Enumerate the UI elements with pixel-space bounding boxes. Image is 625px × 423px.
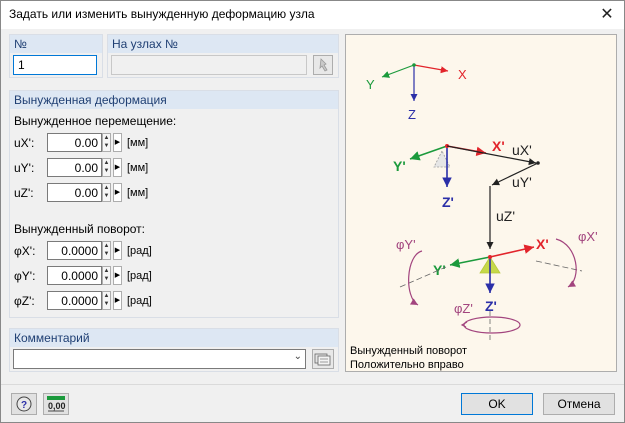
number-input[interactable]: 1	[13, 55, 97, 75]
phiz-spinner[interactable]: ▲ ▼	[102, 291, 111, 310]
ux-diagram-label: uX'	[512, 142, 532, 158]
uz-input[interactable]: 0.00	[47, 183, 102, 202]
bottom-y-label: Y'	[433, 262, 446, 278]
uz-unit: [мм]	[127, 187, 149, 199]
svg-text:?: ?	[21, 400, 27, 411]
deformation-header: Вынужденная деформация	[10, 91, 338, 109]
cancel-button[interactable]: Отмена	[543, 393, 615, 415]
top-local-axes: X' Y' Z'	[393, 138, 505, 210]
global-x-label: X	[458, 67, 467, 82]
nodes-panel: На узлах №	[107, 34, 339, 78]
number-label: №	[10, 35, 102, 53]
phix-unit: [рад]	[127, 245, 152, 257]
uy-label: uY':	[14, 161, 35, 175]
deformation-diagram: X Y Z X' Y' Z' uX' uY' uZ' X' Y' Z' φY' …	[345, 34, 617, 372]
phiy-label: φY':	[14, 269, 36, 283]
phiy-spinner[interactable]: ▲ ▼	[102, 266, 111, 285]
phiy-diagram-label: φY'	[396, 237, 416, 252]
caption-line-1: Вынужденный поворот	[350, 345, 467, 357]
global-y-label: Y	[366, 77, 375, 92]
comment-library-button[interactable]	[312, 349, 334, 369]
uz-label: uZ':	[14, 186, 34, 200]
displacement-path: uX' uY' uZ'	[446, 142, 540, 249]
global-axes: X Y Z	[366, 63, 467, 122]
displacement-title: Вынужденное перемещение:	[14, 114, 177, 128]
phix-input[interactable]: 0.0000	[47, 241, 102, 260]
uy-input[interactable]: 0.00	[47, 158, 102, 177]
nodes-label: На узлах №	[108, 35, 338, 53]
footer-separator	[1, 384, 624, 385]
deformation-panel: Вынужденная деформация Вынужденное перем…	[9, 90, 339, 318]
help-button[interactable]: ?	[11, 393, 37, 415]
comment-library-icon	[314, 353, 331, 366]
help-icon: ?	[16, 396, 32, 412]
phiy-arrow-icon[interactable]: ▶	[113, 266, 122, 285]
bottom-local-axes: X' Y' Z'	[433, 236, 549, 314]
pick-node-button[interactable]	[313, 55, 333, 75]
phix-label: φX':	[14, 244, 36, 258]
dialog-window: Задать или изменить вынужденную деформац…	[0, 0, 625, 423]
ux-label: uX':	[14, 136, 35, 150]
uy-arrow-icon[interactable]: ▶	[113, 158, 122, 177]
chevron-down-icon[interactable]: ⌄	[294, 351, 302, 362]
uy-spinner[interactable]: ▲ ▼	[102, 158, 111, 177]
uz-spinner[interactable]: ▲ ▼	[102, 183, 111, 202]
bottom-z-label: Z'	[485, 298, 497, 314]
close-icon[interactable]: ✕	[596, 4, 618, 26]
phix-diagram-label: φX'	[578, 229, 598, 244]
phiy-input[interactable]: 0.0000	[47, 266, 102, 285]
caption-line-2: Положительно вправо	[350, 359, 464, 371]
units-icon-text: 0,00	[48, 401, 66, 411]
number-panel: № 1	[9, 34, 103, 78]
phix-spinner[interactable]: ▲ ▼	[102, 241, 111, 260]
comment-header: Комментарий	[10, 329, 338, 347]
comment-panel: Комментарий ⌄	[9, 328, 339, 372]
diagram-svg: X Y Z X' Y' Z' uX' uY' uZ' X' Y' Z' φY' …	[350, 63, 598, 371]
title-bar: Задать или изменить вынужденную деформац…	[1, 1, 624, 29]
uy-diagram-label: uY'	[512, 174, 532, 190]
pick-pointer-icon	[319, 58, 328, 72]
phiz-diagram-label: φZ'	[454, 301, 473, 316]
phiz-label: φZ':	[14, 294, 35, 308]
bottom-x-label: X'	[536, 236, 549, 252]
window-title: Задать или изменить вынужденную деформац…	[9, 7, 315, 21]
rotation-title: Вынужденный поворот:	[14, 222, 146, 236]
global-z-label: Z	[408, 107, 416, 122]
rotation-indicators: φY' φX' φZ'	[396, 229, 598, 341]
phiz-input[interactable]: 0.0000	[47, 291, 102, 310]
phiz-unit: [рад]	[127, 295, 152, 307]
ux-input[interactable]: 0.00	[47, 133, 102, 152]
units-decimal-icon: 0,00	[47, 396, 66, 412]
ux-arrow-icon[interactable]: ▶	[113, 133, 122, 152]
top-x-label: X'	[492, 138, 505, 154]
phiy-unit: [рад]	[127, 270, 152, 282]
ok-button[interactable]: OK	[461, 393, 533, 415]
top-y-label: Y'	[393, 158, 406, 174]
ux-spinner[interactable]: ▲ ▼	[102, 133, 111, 152]
units-button[interactable]: 0,00	[43, 393, 69, 415]
ux-unit: [мм]	[127, 137, 149, 149]
comment-input[interactable]: ⌄	[13, 349, 306, 369]
nodes-input[interactable]	[111, 55, 307, 75]
uz-arrow-icon[interactable]: ▶	[113, 183, 122, 202]
phix-arrow-icon[interactable]: ▶	[113, 241, 122, 260]
uz-diagram-label: uZ'	[496, 208, 515, 224]
phiz-arrow-icon[interactable]: ▶	[113, 291, 122, 310]
uy-unit: [мм]	[127, 162, 149, 174]
top-z-label: Z'	[442, 194, 454, 210]
